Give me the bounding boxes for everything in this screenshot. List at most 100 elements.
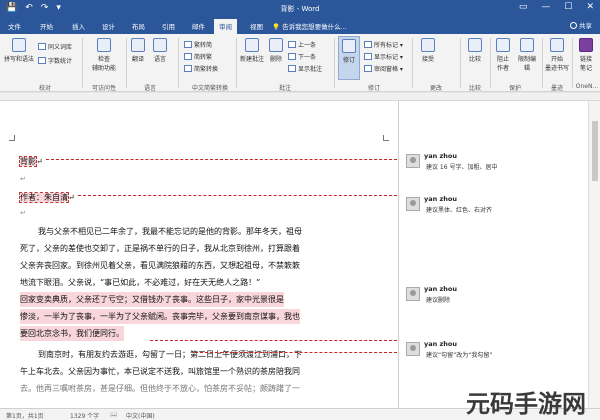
next-comment-button[interactable]: 下一条 (288, 52, 316, 61)
tab-view[interactable]: 视图 (250, 21, 263, 31)
comment-balloon[interactable]: yan zhou 建议 16 号字、加粗、居中 (404, 152, 584, 176)
group-divider (572, 38, 573, 88)
maximize-button[interactable]: ☐ (564, 2, 572, 12)
comment-author: yan zhou (424, 285, 458, 293)
comment-text: 建议 16 号字、加粗、居中 (426, 164, 498, 171)
show-markup-icon (364, 53, 372, 60)
start-inking-button[interactable]: 开始 墨迹书写 (544, 38, 570, 72)
tab-references[interactable]: 引用 (162, 21, 175, 31)
comment-balloon[interactable]: yan zhou 建议“勾留”改为“我勾留” (404, 340, 584, 364)
paragraph-line: 午上车北去。父亲因为事忙，本已说定不送我，叫旅馆里一个熟识的茶房陪我同 (20, 367, 300, 376)
accept-button[interactable]: 接受 (416, 38, 440, 63)
spelling-grammar-button[interactable]: 拼写和语法 (4, 38, 34, 63)
group-label-ink: 墨迹 (550, 85, 563, 92)
page-corner-mark (9, 140, 15, 141)
restrict-label: 限制编辑 (517, 56, 536, 72)
group-label-tracking: 修订 (367, 85, 380, 92)
show-markup-label: 显示标记 (374, 54, 399, 61)
markup-select-label: 所有标记 (374, 42, 399, 49)
language-label: 语言 (153, 56, 166, 63)
s2t-button[interactable]: 简转繁 (184, 52, 212, 61)
compare-button[interactable]: 比较 (464, 38, 486, 63)
next-label: 下一条 (298, 54, 317, 61)
comment-balloon[interactable]: yan zhou 建议删除 (404, 285, 584, 309)
tab-layout[interactable]: 布局 (132, 21, 145, 31)
conversion-button[interactable]: 简繁转换 (184, 64, 218, 73)
comment-author: yan zhou (424, 340, 458, 348)
new-comment-button[interactable]: 新建批注 (240, 38, 264, 63)
share-button[interactable]: 共享 (570, 20, 592, 30)
ribbon-tabs: 文件 开始 插入 设计 布局 引用 邮件 审阅 视图 💡 告诉我您想要做什么..… (0, 18, 600, 34)
new-comment-icon (245, 38, 259, 52)
group-divider (178, 38, 179, 88)
tell-me-search[interactable]: 💡 告诉我您想要做什么... (272, 21, 347, 31)
group-label-chinese: 中文简繁转换 (191, 85, 228, 92)
translate-button[interactable]: 翻译 (128, 38, 148, 63)
group-divider (236, 38, 237, 88)
word-count-button[interactable]: 字数统计 (38, 56, 72, 65)
show-comments-button[interactable]: 显示批注 (288, 64, 322, 73)
show-markup-button[interactable]: 显示标记 ▾ (364, 52, 403, 61)
word-count-icon (38, 57, 46, 64)
watermark-text: 元码手游网 (466, 390, 586, 418)
share-label: 共享 (579, 22, 592, 30)
check-accessibility-button[interactable]: 检查 辅助功能 (86, 38, 122, 72)
reviewing-pane-icon (364, 65, 372, 72)
comment-leader-line (46, 159, 402, 160)
close-button[interactable]: ✕ (586, 2, 594, 12)
language-button[interactable]: 语言 (150, 38, 170, 63)
tab-file[interactable]: 文件 (8, 21, 21, 31)
page-count[interactable]: 第1页，共1页 (6, 411, 44, 420)
markup-select[interactable]: 所有标记 ▾ (364, 40, 403, 49)
delete-label: 删除 (269, 56, 282, 63)
check-label-2: 辅助功能 (91, 65, 116, 72)
linked-notes-button[interactable]: 链接 笔记 (574, 38, 598, 72)
group-label-comments: 批注 (278, 85, 291, 92)
restrict-editing-button[interactable]: 限制编辑 (516, 38, 538, 72)
thesaurus-button[interactable]: 同义词库 (38, 42, 72, 51)
translate-label: 翻译 (131, 56, 144, 63)
comment-balloon[interactable]: yan zhou 建议黑体、红色、右对齐 (404, 195, 584, 219)
markup-icon (364, 41, 372, 48)
track-changes-button[interactable]: 修订 (338, 36, 360, 80)
previous-comment-button[interactable]: 上一条 (288, 40, 316, 49)
word-count[interactable]: 1329 个字 (70, 411, 99, 420)
linked-label: 链接 (579, 56, 592, 63)
linked-label-2: 笔记 (579, 65, 592, 72)
ribbon-display-icon[interactable]: ▭ (519, 2, 528, 12)
share-icon (570, 22, 577, 29)
t2s-button[interactable]: 繁转简 (184, 40, 212, 49)
delete-comment-button[interactable]: 删除 (266, 38, 286, 63)
block-authors-button[interactable]: 阻止 作者 (492, 38, 514, 72)
group-divider (490, 38, 491, 88)
tab-insert[interactable]: 插入 (72, 21, 85, 31)
tell-me-text: 告诉我您想要做什么... (282, 23, 347, 31)
comment-text: 建议黑体、红色、右对齐 (426, 207, 493, 214)
scrollbar-thumb[interactable] (592, 121, 598, 181)
review-ribbon: 拼写和语法 同义词库 字数统计 校对 检查 辅助功能 可访问性 翻译 语言 语言… (0, 34, 600, 92)
tab-home[interactable]: 开始 (40, 21, 53, 31)
track-changes-icon (342, 39, 356, 53)
paragraph-line-deleted: 回家变卖典质，父亲还了亏空；又借钱办了丧事。这些日子，家中光景很是 (20, 292, 284, 307)
language-indicator[interactable]: 中文(中国) (126, 411, 155, 420)
restrict-editing-icon (520, 38, 534, 52)
check-label: 检查 (97, 56, 110, 63)
doc-title: 背影↵ (19, 154, 43, 169)
comment-text: 建议删除 (426, 297, 451, 304)
avatar-icon (406, 197, 420, 211)
group-divider (460, 38, 461, 88)
s2t-icon (184, 53, 192, 60)
vertical-scrollbar[interactable] (588, 101, 600, 408)
tab-mailings[interactable]: 邮件 (192, 21, 205, 31)
proofing-icon[interactable]: 📖 (110, 411, 117, 418)
group-divider (542, 38, 543, 88)
minimize-button[interactable]: — (541, 2, 550, 12)
tab-design[interactable]: 设计 (102, 21, 115, 31)
comment-text: 建议“勾留”改为“我勾留” (426, 352, 493, 359)
paragraph-line: 死了，父亲的差使也交卸了，正是祸不单行的日子，我从北京到徐州，打算跟着 (20, 244, 300, 253)
tab-review[interactable]: 审阅 (214, 19, 237, 34)
compare-label: 比较 (468, 56, 481, 63)
group-label-compare: 比较 (468, 85, 481, 92)
delete-comment-icon (269, 38, 283, 52)
reviewing-pane-button[interactable]: 审阅窗格 ▾ (364, 64, 403, 73)
